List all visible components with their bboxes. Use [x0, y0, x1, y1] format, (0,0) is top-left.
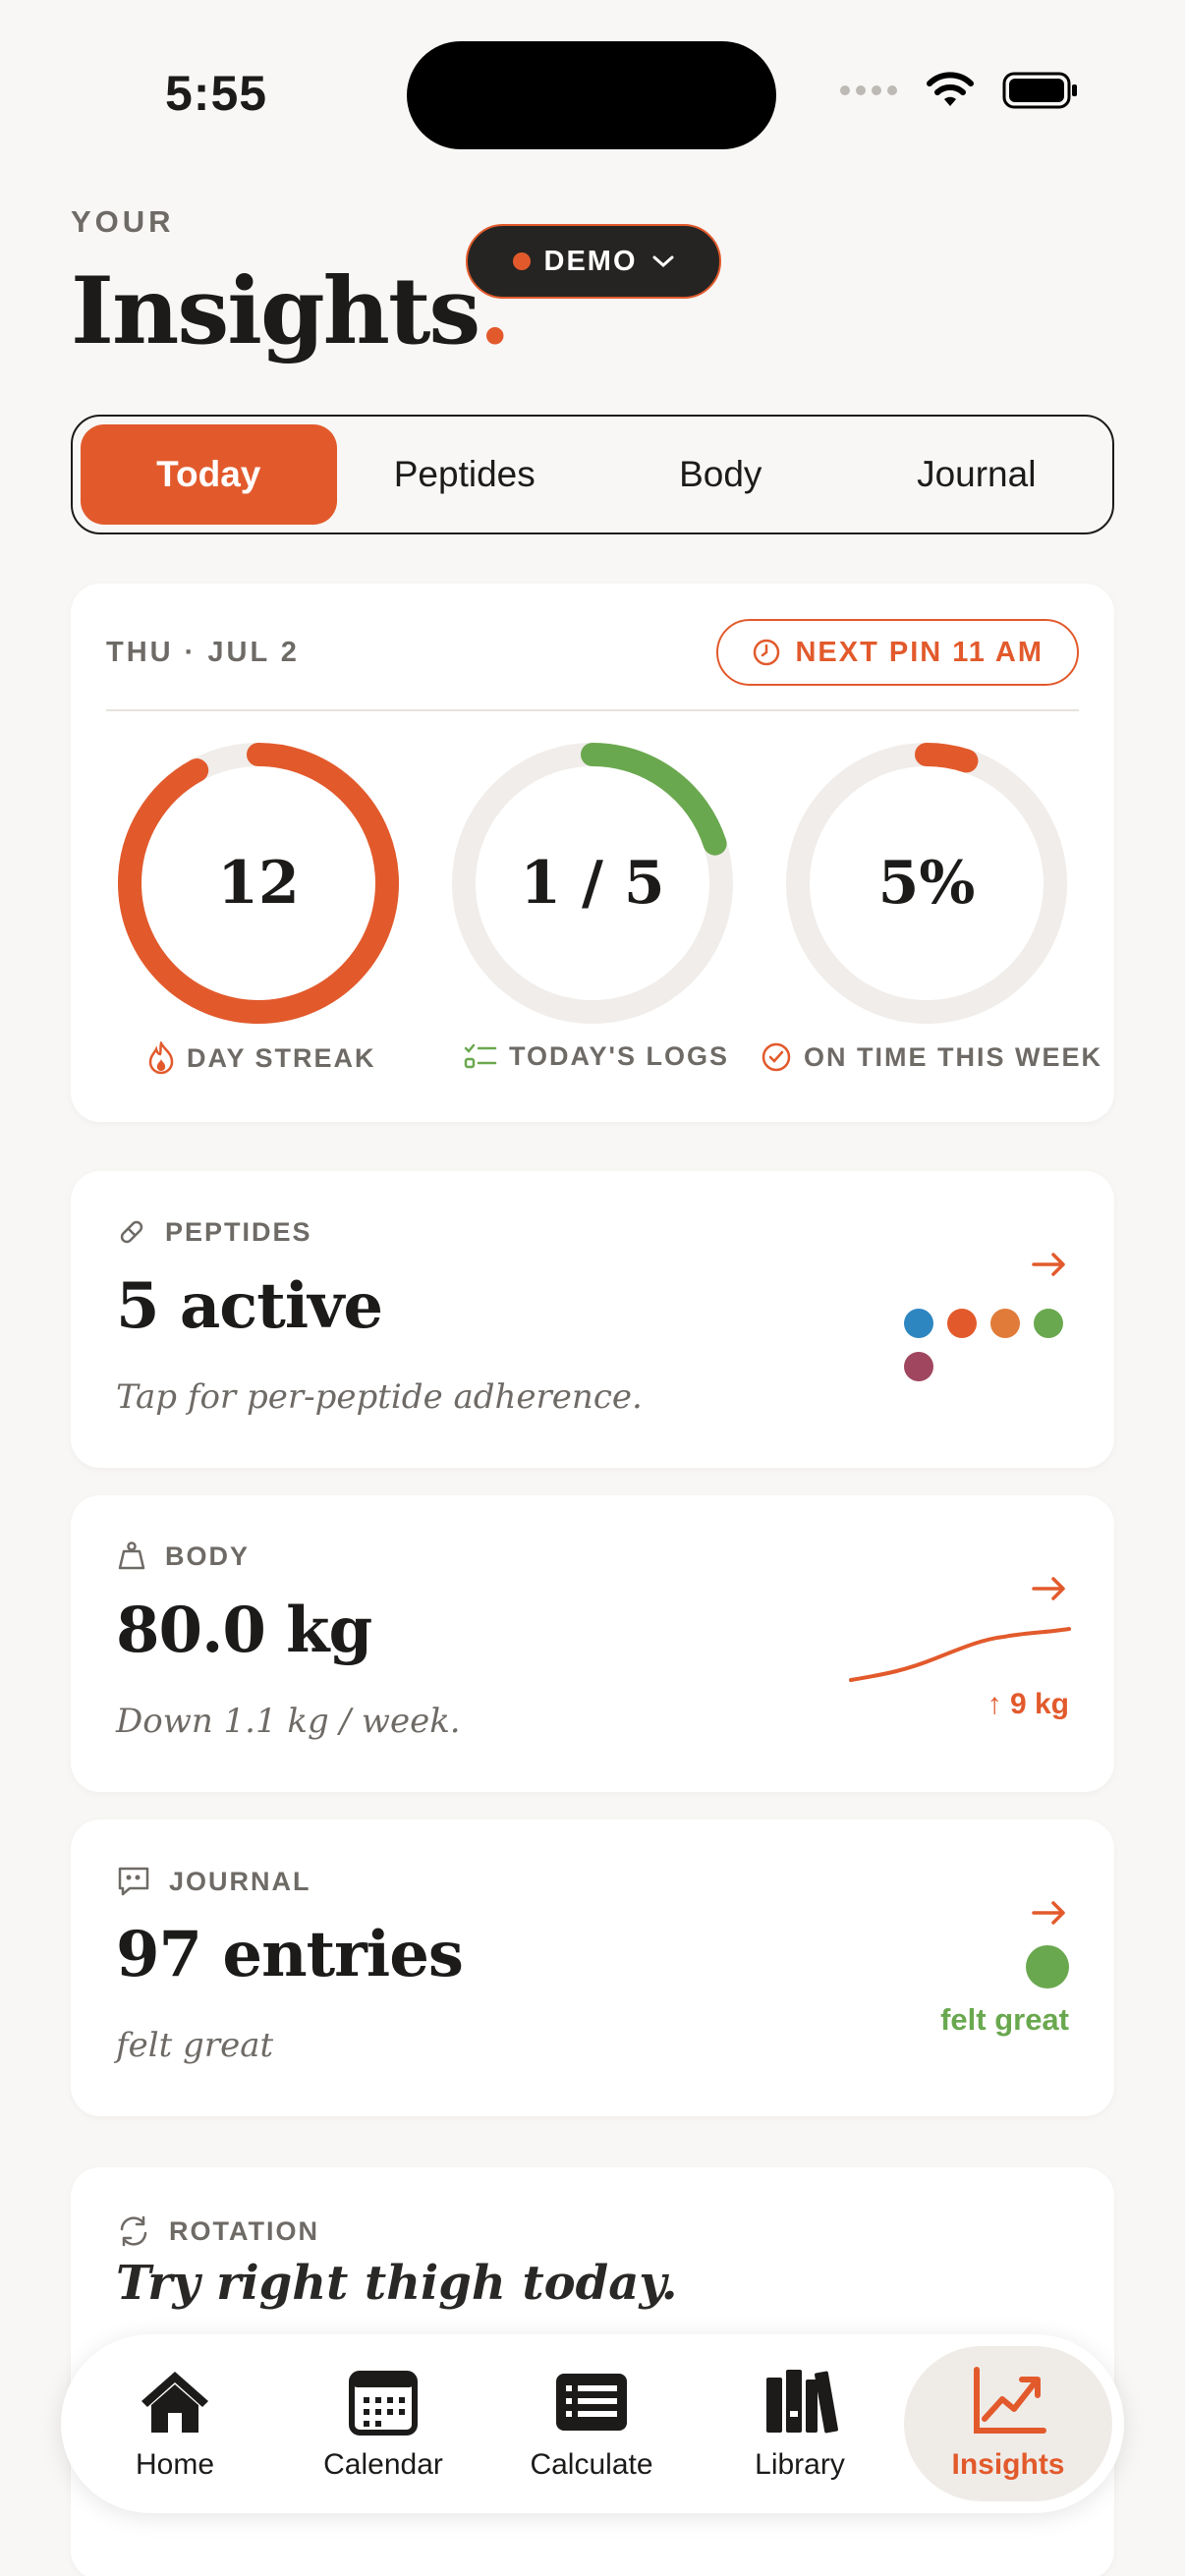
journal-count: 97 entries — [116, 1918, 464, 1991]
check-circle-icon — [762, 1042, 791, 1072]
calendar-icon — [349, 2371, 418, 2436]
checklist-icon — [464, 1043, 497, 1068]
dynamic-island — [407, 41, 776, 149]
weight-icon — [118, 1541, 145, 1570]
peptide-dot — [947, 1309, 977, 1338]
peptide-dot — [904, 1309, 933, 1338]
today-summary-card: THU · JUL 2 NEXT PIN 11 AM 12 1 / 5 5% D… — [71, 584, 1114, 1122]
peptide-dot — [1034, 1309, 1063, 1338]
page-title: Insights. — [71, 257, 511, 365]
quote-bubble-icon — [118, 1867, 149, 1896]
peptide-dots — [904, 1309, 1071, 1381]
arrow-right-icon — [1032, 1577, 1065, 1600]
tab-journal[interactable]: Journal — [849, 424, 1105, 525]
next-pin-button[interactable]: NEXT PIN 11 AM — [716, 619, 1079, 686]
demo-status-dot — [512, 252, 531, 270]
weight-delta: ↑ 9 kg — [987, 1688, 1069, 1720]
journal-sub: felt great — [116, 2026, 274, 2065]
card-divider — [106, 709, 1079, 711]
library-icon — [766, 2370, 838, 2434]
pill-icon — [120, 1220, 143, 1244]
next-pin-label: NEXT PIN 11 AM — [795, 636, 1044, 668]
peptide-dot — [990, 1309, 1020, 1338]
battery-icon — [1002, 72, 1077, 109]
chevron-down-icon — [652, 255, 673, 268]
flame-icon — [148, 1041, 174, 1075]
journal-kicker: JOURNAL — [116, 1865, 311, 1898]
status-icons — [839, 71, 1079, 110]
todays-logs-label: TODAY'S LOGS — [464, 1041, 729, 1072]
nav-calendar[interactable]: Calendar — [279, 2346, 487, 2501]
on-time-label: ON TIME THIS WEEK — [761, 1041, 1102, 1073]
mood-label: felt great — [940, 2002, 1069, 2037]
peptide-dot — [904, 1352, 933, 1381]
nav-home[interactable]: Home — [71, 2346, 279, 2501]
arrow-right-icon — [1032, 1901, 1065, 1925]
journal-card[interactable]: JOURNAL 97 entries felt great felt great — [71, 1820, 1114, 2116]
ring-day-streak: 12 — [116, 741, 401, 1026]
header-eyebrow: YOUR — [71, 204, 175, 239]
ring-on-time: 5% — [784, 741, 1069, 1026]
tab-today[interactable]: Today — [81, 424, 337, 525]
ring-value: 12 — [217, 849, 300, 918]
status-time: 5:55 — [165, 66, 268, 121]
insights-tabs: Today Peptides Body Journal — [71, 415, 1114, 534]
clock-icon — [754, 639, 780, 666]
demo-label: DEMO — [543, 245, 638, 277]
peptides-card[interactable]: PEPTIDES 5 active Tap for per-peptide ad… — [71, 1171, 1114, 1468]
body-kicker: BODY — [116, 1540, 250, 1572]
ring-todays-logs: 1 / 5 — [450, 741, 735, 1026]
nav-insights[interactable]: Insights — [904, 2346, 1112, 2501]
rotation-suggestion: Try right thigh today. — [116, 2256, 678, 2311]
wifi-icon — [927, 72, 974, 106]
day-streak-label: DAY STREAK — [147, 1041, 376, 1075]
body-sub: Down 1.1 kg / week. — [116, 1702, 461, 1741]
weight-trend-line — [849, 1627, 1071, 1682]
rotation-kicker: ROTATION — [116, 2214, 319, 2248]
ring-value: 1 / 5 — [520, 849, 665, 918]
insights-icon — [974, 2367, 1046, 2434]
signal-dots-icon — [840, 85, 897, 95]
arrow-right-icon — [1032, 1253, 1065, 1276]
body-card[interactable]: BODY 80.0 kg Down 1.1 kg / week. ↑ 9 kg — [71, 1495, 1114, 1792]
demo-dropdown[interactable]: DEMO — [466, 224, 721, 299]
peptides-kicker: PEPTIDES — [116, 1216, 312, 1248]
peptides-count: 5 active — [116, 1269, 383, 1343]
bottom-tab-bar: Home Calendar Calculate Library Insights — [61, 2334, 1124, 2513]
home-icon — [141, 2372, 208, 2433]
tab-peptides[interactable]: Peptides — [337, 424, 593, 525]
peptides-sub: Tap for per-peptide adherence. — [116, 1377, 643, 1417]
tab-body[interactable]: Body — [592, 424, 849, 525]
mood-dot — [1026, 1945, 1069, 1988]
nav-calculate[interactable]: Calculate — [487, 2346, 696, 2501]
today-date: THU · JUL 2 — [106, 637, 300, 668]
rotate-icon — [120, 2215, 147, 2247]
calculate-icon — [556, 2374, 627, 2431]
nav-library[interactable]: Library — [696, 2346, 904, 2501]
body-weight: 80.0 kg — [116, 1594, 372, 1667]
ring-value: 5% — [877, 849, 976, 918]
